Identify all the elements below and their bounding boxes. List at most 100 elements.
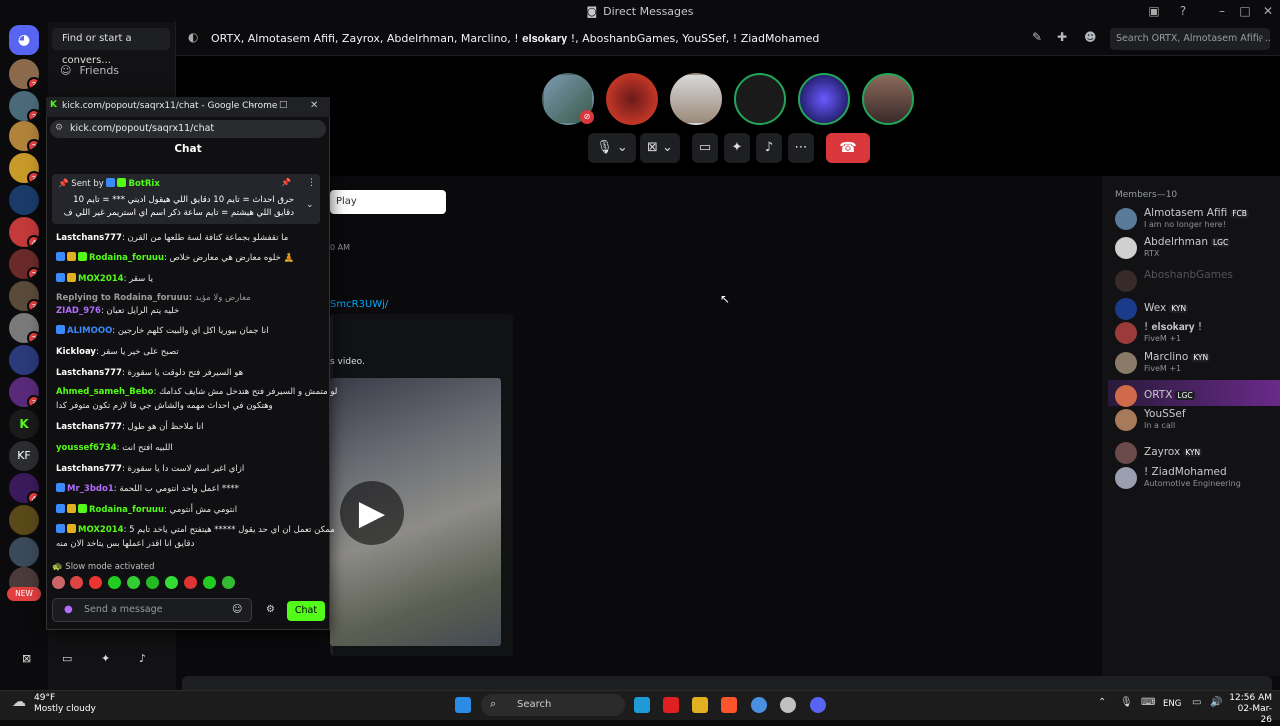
chrome-minimize-button[interactable]: – [250, 100, 255, 111]
disconnect-button[interactable]: ☎ [826, 133, 870, 163]
member-item[interactable]: YouSSef In a call [1115, 408, 1275, 432]
language-indicator[interactable]: ENG [1163, 699, 1181, 709]
server-icon[interactable]: 4 [9, 473, 39, 503]
chat-username[interactable]: Rodaina_foruuu [89, 505, 164, 515]
inbox-icon[interactable]: ▣ [1146, 3, 1162, 19]
server-icon[interactable]: 2 [9, 313, 39, 343]
server-icon[interactable] [9, 505, 39, 535]
edge-icon[interactable] [634, 697, 650, 713]
server-icon[interactable]: 3 [9, 153, 39, 183]
chat-username[interactable]: Ahmed_sameh_Bebo [56, 387, 153, 397]
play-input[interactable]: Play [330, 190, 446, 214]
chrome-close-button[interactable]: ✕ [310, 100, 318, 111]
chat-send-button[interactable]: Chat [287, 601, 325, 621]
close-button[interactable]: ✕ [1260, 3, 1276, 19]
network-icon[interactable]: ▭ [1192, 697, 1201, 708]
emote-icon[interactable] [108, 576, 121, 589]
search-input[interactable]: Search ORTX, Almotasem Afifi, ... [1110, 28, 1270, 50]
soundboard-button[interactable]: ♪ [756, 133, 782, 163]
volume-icon[interactable]: 🔊 [1210, 697, 1222, 708]
server-icon[interactable]: 3 [9, 59, 39, 89]
keyboard-icon[interactable]: ⌨ [1141, 697, 1155, 708]
unpin-icon[interactable]: 📌 [281, 178, 291, 187]
app-icon[interactable] [780, 697, 796, 713]
address-bar[interactable]: kick.com/popout/saqrx11/chat [50, 120, 326, 138]
screen-share-icon[interactable]: ▭ [62, 652, 72, 665]
activity-icon[interactable]: ✦ [101, 652, 110, 665]
message-link[interactable]: SmcR3UWj/ [330, 299, 388, 310]
member-item[interactable]: Zayrox KYN [1115, 441, 1275, 465]
expand-pinned-icon[interactable]: ⌄ [306, 200, 314, 210]
participant-avatar[interactable] [734, 73, 786, 125]
chat-username[interactable]: Lastchans777 [56, 233, 122, 243]
chat-username[interactable]: ZIAD_976 [56, 306, 101, 316]
discord-icon[interactable] [810, 697, 826, 713]
mic-tray-icon[interactable]: 🎙 [1120, 697, 1133, 708]
discord-home-icon[interactable]: ◕ [9, 25, 39, 55]
maximize-button[interactable]: □ [1237, 3, 1253, 19]
participant-avatar[interactable] [670, 73, 722, 125]
chat-username[interactable]: youssef6734 [56, 443, 117, 453]
activities-button[interactable]: ✦ [724, 133, 750, 163]
rockstar-icon[interactable] [692, 697, 708, 713]
kick-server-icon[interactable]: K [9, 409, 39, 439]
group-dm-title[interactable]: ORTX, Almotasem Afifi, Zayrox, Abdelrhma… [211, 32, 819, 46]
server-icon[interactable]: 3 [9, 281, 39, 311]
member-item[interactable]: ORTX LGC [1115, 384, 1275, 408]
screen-share-button[interactable]: ▭ [692, 133, 718, 163]
participant-avatar[interactable] [862, 73, 914, 125]
start-icon[interactable] [455, 697, 471, 713]
server-icon[interactable]: 2 [9, 249, 39, 279]
emote-icon[interactable] [222, 576, 235, 589]
server-icon[interactable]: 4 [9, 217, 39, 247]
brave-icon[interactable] [721, 697, 737, 713]
member-list-icon[interactable]: ☻ [1084, 30, 1097, 44]
site-info-icon[interactable]: ⚙ [55, 123, 63, 133]
microphone-button[interactable]: 🎙 ⌄ [588, 133, 636, 163]
help-icon[interactable]: ? [1175, 3, 1191, 19]
participant-avatar[interactable] [798, 73, 850, 125]
chrome-icon[interactable] [751, 697, 767, 713]
more-options-button[interactable]: ⋯ [788, 133, 814, 163]
chat-username[interactable]: Lastchans777 [56, 464, 122, 474]
server-icon[interactable] [9, 185, 39, 215]
add-friends-icon[interactable]: ✚ [1057, 30, 1067, 44]
server-icon[interactable]: KF [9, 441, 39, 471]
member-item[interactable]: ! ZiadMohamed Automotive Engineering [1115, 466, 1275, 490]
chat-username[interactable]: MOX2014 [78, 274, 124, 284]
chat-username[interactable]: Lastchans777 [56, 422, 122, 432]
chat-username[interactable]: Rodaina_foruuu [89, 253, 164, 263]
emote-icon[interactable] [184, 576, 197, 589]
tray-chevron-icon[interactable]: ⌃ [1098, 697, 1106, 708]
soundboard-icon[interactable]: ♪ [139, 652, 146, 665]
emote-icon[interactable] [203, 576, 216, 589]
play-icon[interactable]: ▶ [340, 481, 404, 545]
emote-icon[interactable] [127, 576, 140, 589]
member-item[interactable]: ! 𝐞𝐥𝐬𝐨𝐤𝐚𝐫𝐲 ! FiveM +1 [1115, 321, 1275, 345]
chat-username[interactable]: ALIMOOO [67, 326, 112, 336]
taskbar-search[interactable]: Search [481, 694, 625, 716]
chat-username[interactable]: Lastchans777 [56, 368, 122, 378]
chat-username[interactable]: Mr_3bdo1 [67, 484, 114, 494]
participant-avatar[interactable] [606, 73, 658, 125]
settings-icon[interactable]: ⚙ [266, 604, 275, 615]
server-icon[interactable] [9, 537, 39, 567]
emote-icon[interactable] [146, 576, 159, 589]
message-input[interactable] [182, 676, 1272, 690]
pin-icon[interactable]: ✎ [1032, 30, 1042, 44]
server-icon[interactable]: 2 [9, 121, 39, 151]
emote-icon[interactable] [89, 576, 102, 589]
chat-username[interactable]: Replying to Rodaina_foruuu: [56, 293, 192, 303]
emote-icon[interactable] [52, 576, 65, 589]
find-conversation-button[interactable]: Find or start a convers... [52, 28, 170, 66]
member-item[interactable]: Almotasem Afifi FCB I am no longer here! [1115, 207, 1275, 231]
member-item[interactable]: Wex KYN [1115, 297, 1275, 321]
server-icon[interactable]: 3 [9, 91, 39, 121]
youtube-icon[interactable] [663, 697, 679, 713]
minimize-button[interactable]: – [1214, 3, 1230, 19]
chat-username[interactable]: MOX2014 [78, 525, 124, 535]
member-item[interactable]: Marclino KYN FiveM +1 [1115, 351, 1275, 375]
emote-icon[interactable] [165, 576, 178, 589]
camera-icon[interactable]: ⊠ [22, 652, 31, 665]
camera-off-button[interactable]: ⊠ ⌄ [640, 133, 680, 163]
